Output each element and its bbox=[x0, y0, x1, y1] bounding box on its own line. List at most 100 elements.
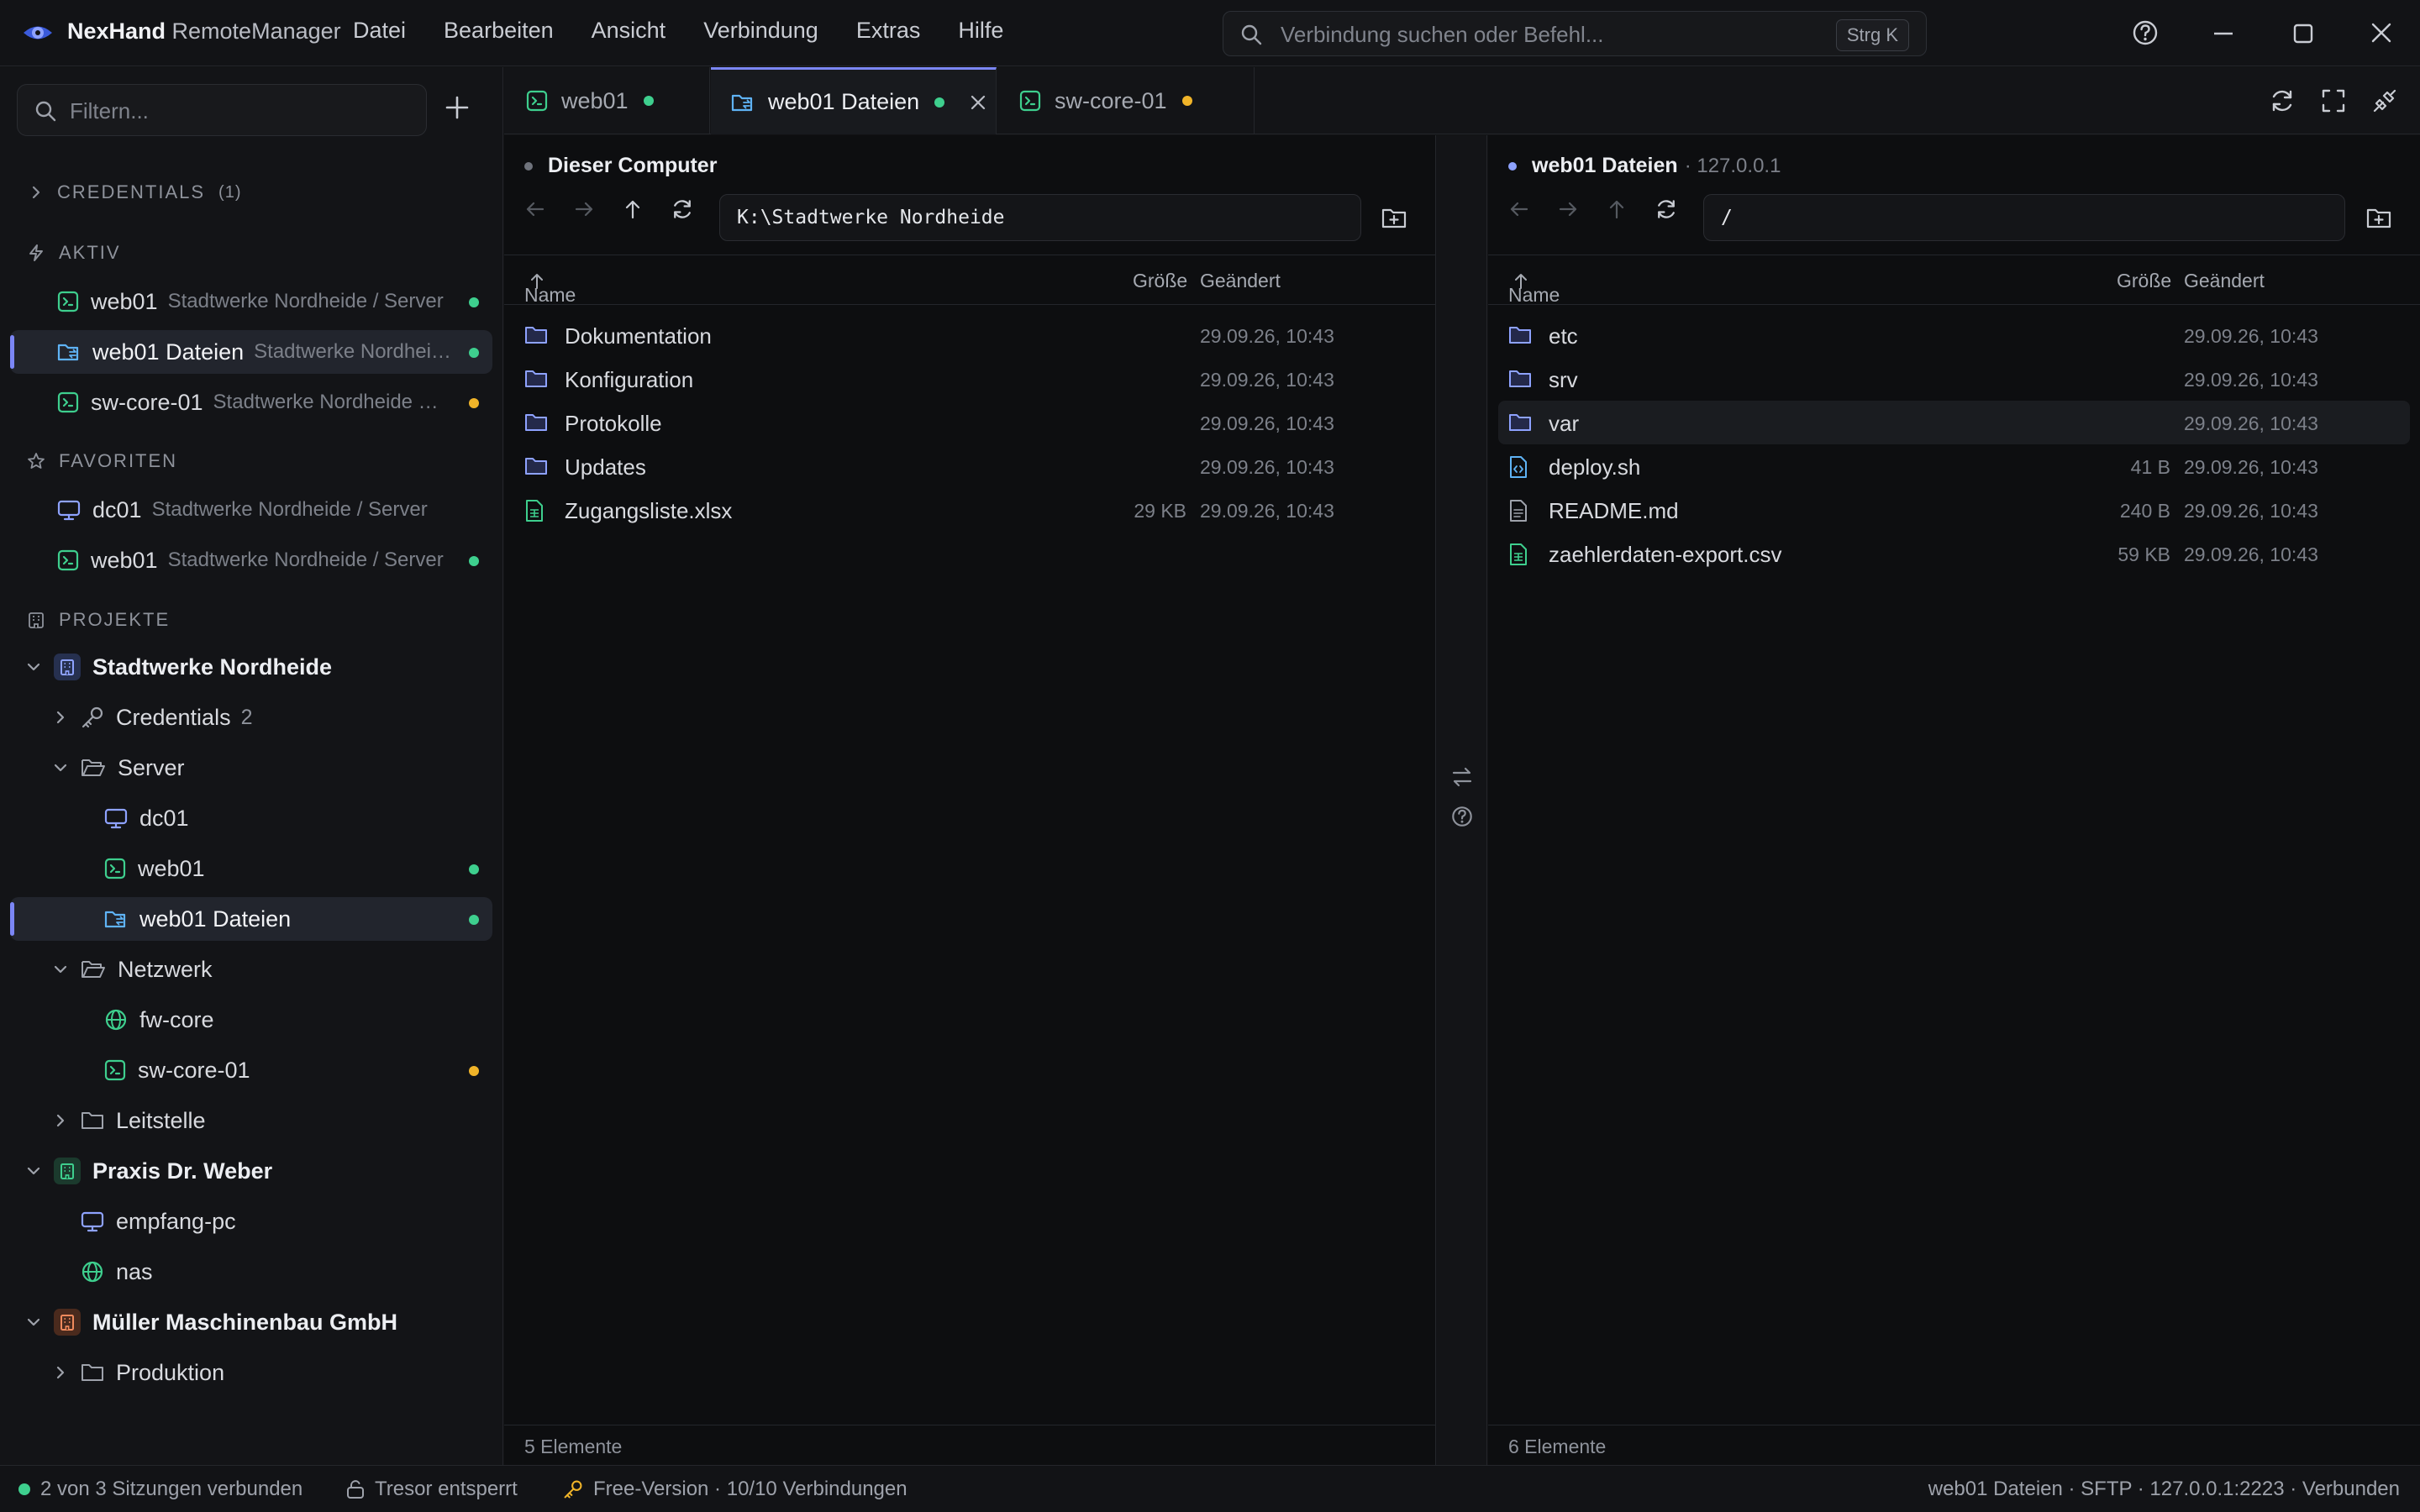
local-pane-footer: 5 Elemente bbox=[504, 1425, 1435, 1465]
back-arrow-icon[interactable] bbox=[1508, 198, 1530, 220]
close-tab-icon[interactable] bbox=[970, 94, 986, 111]
status-connection: web01 Dateien · SFTP · 127.0.0.1:2223 · … bbox=[1928, 1478, 2400, 1501]
favorite-item-dc01[interactable]: dc01 Stadtwerke Nordheide / Server bbox=[10, 488, 492, 532]
tree-item-label: sw-core-01 bbox=[138, 1057, 250, 1083]
building-icon bbox=[29, 612, 44, 628]
sftp-folder-icon bbox=[104, 911, 126, 928]
maximize-icon[interactable] bbox=[2293, 24, 2313, 44]
swap-panes-icon[interactable] bbox=[1450, 765, 1474, 789]
command-search-input[interactable]: Verbindung suchen oder Befehl... Strg K bbox=[1223, 11, 1927, 56]
status-dot-warning bbox=[469, 398, 479, 408]
tab-web01[interactable]: web01 bbox=[504, 67, 710, 134]
status-dot-connected bbox=[469, 348, 479, 358]
section-active: AKTIV bbox=[27, 242, 121, 264]
tree-folder-produktion[interactable]: Produktion bbox=[10, 1351, 492, 1394]
tree-item-web01-dateien[interactable]: web01 Dateien bbox=[10, 897, 492, 941]
section-favorites: FAVORITEN bbox=[27, 450, 177, 472]
up-arrow-icon[interactable] bbox=[622, 198, 644, 220]
remote-path-input[interactable]: / bbox=[1703, 194, 2345, 241]
tree-folder-server[interactable]: Server bbox=[10, 746, 492, 790]
tab-sw-core-01[interactable]: sw-core-01 bbox=[997, 67, 1255, 134]
refresh-icon[interactable] bbox=[1655, 197, 1678, 221]
tree-item-dc01[interactable]: dc01 bbox=[10, 796, 492, 840]
file-size: 29 KB bbox=[1134, 500, 1186, 522]
project-name: Praxis Dr. Weber bbox=[92, 1158, 273, 1184]
status-vault-text: Tresor entsperrt bbox=[375, 1478, 518, 1500]
help-icon[interactable] bbox=[2131, 18, 2160, 47]
tree-folder-leitstelle[interactable]: Leitstelle bbox=[10, 1099, 492, 1142]
help-icon[interactable] bbox=[1450, 805, 1474, 828]
disconnect-icon[interactable] bbox=[2371, 87, 2398, 114]
forward-arrow-icon[interactable] bbox=[1557, 198, 1579, 220]
file-row[interactable]: zaehlerdaten-export.csv 59 KB 29.09.26, 10… bbox=[1498, 532, 2410, 575]
status-vault[interactable]: Tresor entsperrt bbox=[346, 1478, 518, 1501]
folder-icon bbox=[82, 1364, 103, 1381]
refresh-icon[interactable] bbox=[671, 197, 694, 221]
new-folder-icon[interactable] bbox=[2366, 207, 2391, 230]
column-name-header[interactable]: Name bbox=[524, 270, 576, 306]
forward-arrow-icon[interactable] bbox=[573, 198, 595, 220]
tree-item-label: nas bbox=[116, 1258, 153, 1284]
menu-verbindung[interactable]: Verbindung bbox=[703, 18, 818, 44]
folder-icon bbox=[82, 1112, 103, 1129]
file-row[interactable]: etc 29.09.26, 10:43 bbox=[1498, 313, 2410, 357]
reconnect-icon[interactable] bbox=[2269, 87, 2296, 114]
fullscreen-icon[interactable] bbox=[2320, 87, 2347, 114]
column-size-header[interactable]: Größe bbox=[1133, 270, 1187, 292]
file-row[interactable]: README.md 240 B 29.09.26, 10:43 bbox=[1498, 488, 2410, 532]
minimize-icon[interactable] bbox=[2213, 32, 2233, 35]
menu-ansicht[interactable]: Ansicht bbox=[592, 18, 666, 44]
new-folder-icon[interactable] bbox=[1381, 207, 1407, 230]
column-name-header[interactable]: Name bbox=[1508, 270, 1560, 306]
active-item-web01-dateien[interactable]: web01 Dateien Stadtwerke Nordhei… bbox=[10, 330, 492, 374]
active-item-web01[interactable]: web01 Stadtwerke Nordheide / Server bbox=[10, 280, 492, 323]
globe-icon bbox=[82, 1261, 103, 1283]
tree-item-label: fw-core bbox=[139, 1006, 214, 1032]
tree-item-fw-core[interactable]: fw-core bbox=[10, 998, 492, 1042]
active-item-sw-core-01[interactable]: sw-core-01 Stadtwerke Nordheide … bbox=[10, 381, 492, 424]
file-row[interactable]: Protokolle 29.09.26, 10:43 bbox=[514, 401, 1425, 444]
search-icon bbox=[1240, 24, 1262, 45]
status-license[interactable]: Free-Version · 10/10 Verbindungen bbox=[563, 1478, 908, 1501]
local-path-input[interactable]: K:\Stadtwerke Nordheide bbox=[719, 194, 1361, 241]
up-arrow-icon[interactable] bbox=[1606, 198, 1628, 220]
file-row[interactable]: Dokumentation 29.09.26, 10:43 bbox=[514, 313, 1425, 357]
file-row[interactable]: Updates 29.09.26, 10:43 bbox=[514, 444, 1425, 488]
menu-bearbeiten[interactable]: Bearbeiten bbox=[444, 18, 554, 44]
file-row[interactable]: var 29.09.26, 10:43 bbox=[1498, 401, 2410, 444]
project-mueller-maschinenbau[interactable]: Müller Maschinenbau GmbH bbox=[10, 1300, 492, 1344]
tree-item-web01[interactable]: web01 bbox=[10, 847, 492, 890]
tree-folder-netzwerk[interactable]: Netzwerk bbox=[10, 948, 492, 991]
tree-item-credentials[interactable]: Credentials 2 bbox=[10, 696, 492, 739]
favorite-item-web01[interactable]: web01 Stadtwerke Nordheide / Server bbox=[10, 538, 492, 582]
lightning-icon bbox=[29, 244, 43, 261]
file-row[interactable]: Zugangsliste.xlsx 29 KB 29.09.26, 10:43 bbox=[514, 488, 1425, 532]
menu-datei[interactable]: Datei bbox=[353, 18, 406, 44]
file-row[interactable]: deploy.sh 41 B 29.09.26, 10:43 bbox=[1498, 444, 2410, 488]
tab-web01-dateien[interactable]: web01 Dateien bbox=[711, 67, 997, 134]
project-stadtwerke-nordheide[interactable]: Stadtwerke Nordheide bbox=[10, 645, 492, 689]
add-connection-button[interactable] bbox=[445, 96, 469, 119]
remote-pane-host: · 127.0.0.1 bbox=[1684, 154, 1781, 177]
sftp-folder-icon bbox=[731, 94, 753, 111]
project-praxis-dr-weber[interactable]: Praxis Dr. Weber bbox=[10, 1149, 492, 1193]
back-arrow-icon[interactable] bbox=[524, 198, 546, 220]
tab-label: sw-core-01 bbox=[1055, 87, 1167, 113]
column-date-header[interactable]: Geändert bbox=[2184, 270, 2265, 292]
close-window-icon[interactable] bbox=[2371, 23, 2391, 43]
tab-label: web01 bbox=[561, 87, 629, 113]
tree-item-nas[interactable]: nas bbox=[10, 1250, 492, 1294]
chevron-right-icon bbox=[56, 1366, 65, 1379]
file-row[interactable]: srv 29.09.26, 10:43 bbox=[1498, 357, 2410, 401]
tree-item-empfang-pc[interactable]: empfang-pc bbox=[10, 1200, 492, 1243]
file-row[interactable]: Konfiguration 29.09.26, 10:43 bbox=[514, 357, 1425, 401]
column-size-header[interactable]: Größe bbox=[2117, 270, 2171, 292]
column-date-header[interactable]: Geändert bbox=[1200, 270, 1281, 292]
tree-item-sw-core-01[interactable]: sw-core-01 bbox=[10, 1048, 492, 1092]
section-credentials[interactable]: CREDENTIALS (1) bbox=[29, 181, 242, 203]
menu-extras[interactable]: Extras bbox=[856, 18, 921, 44]
active-item-path: Stadtwerke Nordheide / Server bbox=[167, 290, 444, 312]
tree-item-count: 2 bbox=[240, 705, 253, 729]
menu-hilfe[interactable]: Hilfe bbox=[958, 18, 1003, 44]
filter-input[interactable]: Filtern... bbox=[17, 84, 427, 136]
